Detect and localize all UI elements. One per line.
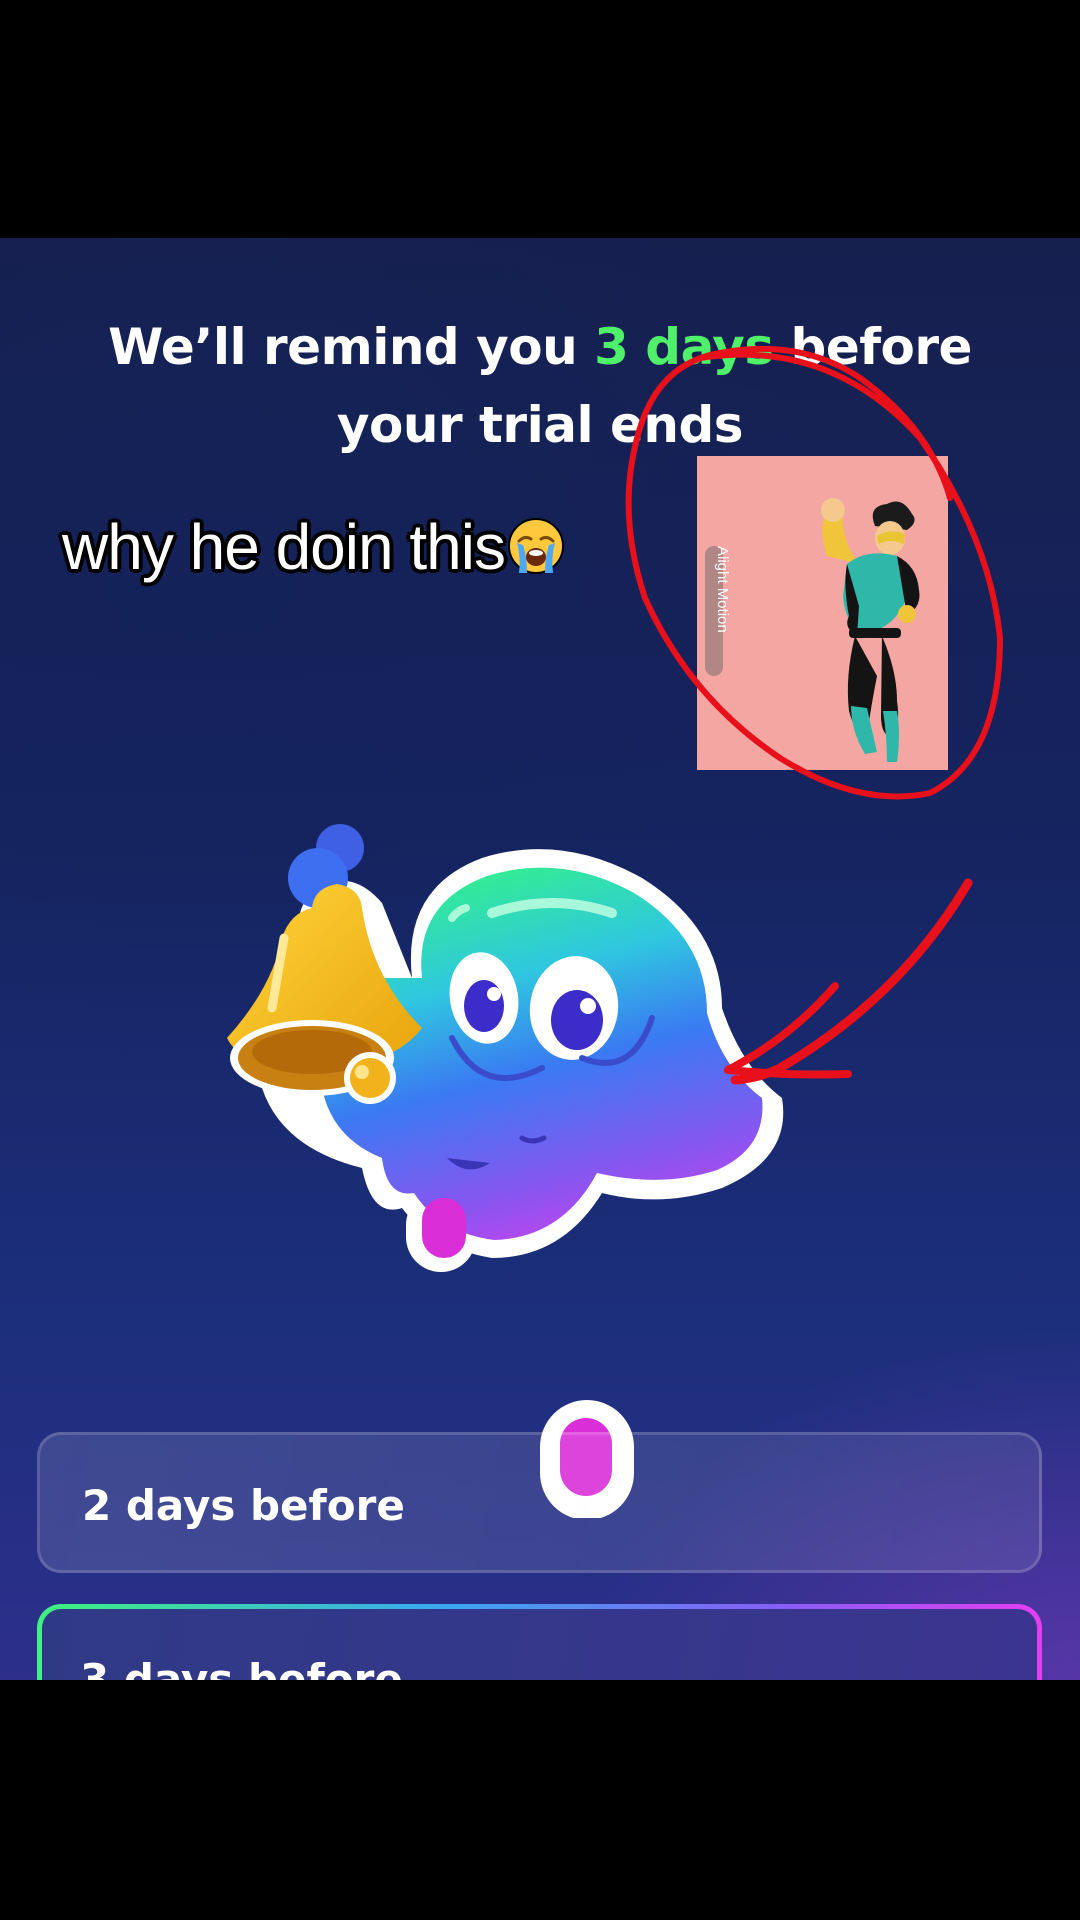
headline-highlight: 3 days xyxy=(594,318,774,376)
reminder-screen: We’ll remind you 3 days before your tria… xyxy=(0,238,1080,1680)
overlay-caption: why he doin this xyxy=(62,510,565,584)
pasted-hero-image: Alight Motion xyxy=(697,456,948,770)
option-label: 3 days before xyxy=(80,1655,403,1680)
bell-mascot-illustration xyxy=(222,738,802,1520)
headline-prefix: We’ll remind you xyxy=(108,318,595,376)
option-label: 2 days before xyxy=(82,1481,405,1530)
option-3-days-before[interactable]: 3 days before xyxy=(37,1604,1042,1680)
page-title: We’ll remind you 3 days before your tria… xyxy=(60,308,1020,464)
screen: We’ll remind you 3 days before your tria… xyxy=(0,0,1080,1920)
loudly-crying-face-icon xyxy=(507,516,565,574)
watermark-text: Alight Motion xyxy=(714,546,731,633)
option-2-days-before[interactable]: 2 days before xyxy=(37,1432,1042,1573)
overlay-caption-text: why he doin this xyxy=(62,511,506,583)
